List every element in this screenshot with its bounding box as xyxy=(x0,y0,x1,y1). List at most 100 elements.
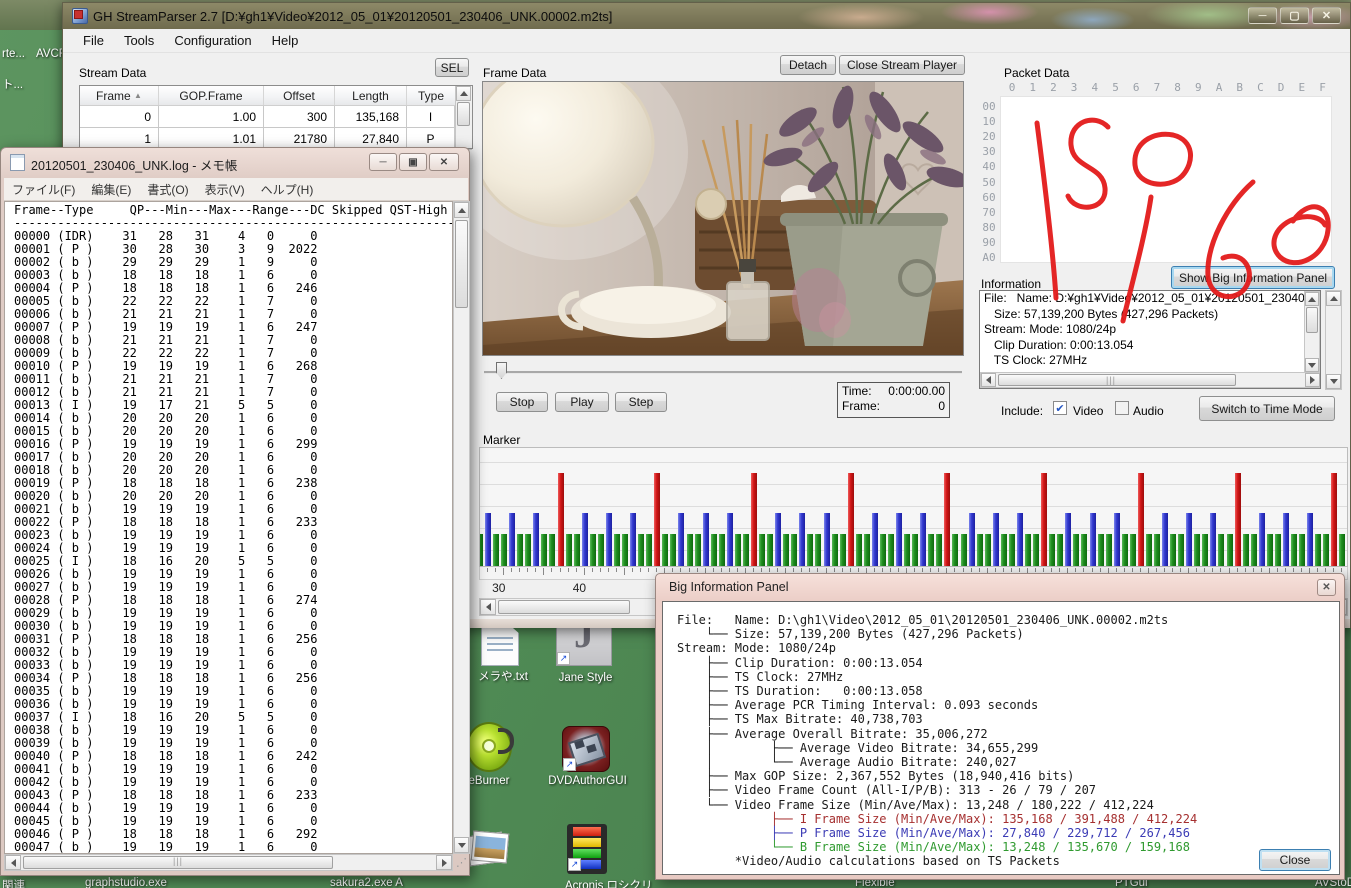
big-panel-close-button[interactable]: Close xyxy=(1259,849,1331,871)
play-button[interactable]: Play xyxy=(555,392,609,412)
notepad-menu-edit[interactable]: 編集(E) xyxy=(83,181,139,198)
dvdauthorgui-label[interactable]: DVDAuthorGUI xyxy=(540,775,635,787)
stream-table-vscrollbar[interactable] xyxy=(455,86,472,148)
notepad-hscrollbar[interactable]: ||| xyxy=(4,854,453,871)
seek-slider-track[interactable] xyxy=(484,371,962,374)
frame-bar-P xyxy=(606,513,612,566)
frame-bar-B xyxy=(501,534,507,566)
desktop-label-sakura[interactable]: sakura2.exe A xyxy=(330,877,403,888)
big-panel-line: │ └── Average Audio Bitrate: 240,027 xyxy=(677,755,1339,769)
notepad-menu-view[interactable]: 表示(V) xyxy=(197,181,253,198)
close-button[interactable]: ✕ xyxy=(1312,7,1341,24)
frame-bar-B xyxy=(743,534,749,566)
shortcut-arrow-icon: ↗ xyxy=(563,758,576,771)
big-panel-line: │ ├── Average Video Bitrate: 34,655,299 xyxy=(677,741,1339,755)
notepad-minimize-button[interactable]: ─ xyxy=(369,153,397,171)
notepad-close-button[interactable]: ✕ xyxy=(429,153,459,171)
desktop-label-partial-1[interactable]: rte... xyxy=(2,48,25,60)
frame-bar-B xyxy=(783,534,789,566)
desktop-label-acronis2[interactable]: Acronis ロシクリ xyxy=(565,877,653,888)
stop-button[interactable]: Stop xyxy=(496,392,548,412)
time-frame-readout: Time:0:00:00.00 Frame:0 xyxy=(837,382,950,418)
title-bar[interactable]: GH StreamParser 2.7 [D:¥gh1¥Video¥2012_0… xyxy=(63,3,1350,29)
marker-label[interactable]: Marker xyxy=(483,433,520,447)
notepad-menu-help[interactable]: ヘルプ(H) xyxy=(253,181,322,198)
frame-bar-B xyxy=(912,534,918,566)
frame-size-chart[interactable] xyxy=(479,447,1348,567)
notepad-text-area[interactable]: Frame--Type QP---Min---Max---Range---DC … xyxy=(4,201,453,854)
col-offset[interactable]: Offset xyxy=(264,86,335,105)
axis-tick xyxy=(1333,568,1334,572)
menu-help[interactable]: Help xyxy=(262,33,309,48)
col-frame[interactable]: Frame xyxy=(96,89,131,103)
col-type[interactable]: Type xyxy=(407,86,455,105)
desktop-label-graphstudio[interactable]: graphstudio.exe xyxy=(85,877,167,888)
maximize-button[interactable]: ▢ xyxy=(1280,7,1309,24)
axis-tick xyxy=(809,568,810,572)
stream-table-header[interactable]: Frame ▲ GOP.Frame Offset Length Type xyxy=(80,86,472,106)
show-big-information-panel-button[interactable]: Show Big Information Panel xyxy=(1171,266,1335,289)
axis-tick xyxy=(640,568,641,572)
shortcut-arrow-icon: ↗ xyxy=(568,858,581,871)
video-checkbox[interactable]: ✔ xyxy=(1053,401,1067,415)
frame-bar-B xyxy=(1275,534,1281,566)
packet-col-header: A xyxy=(1211,81,1227,94)
packet-row-header: 60 xyxy=(981,191,997,204)
information-line: File: Name: D:¥gh1¥Video¥2012_05_01¥2012… xyxy=(980,291,1320,307)
frame-bar-B xyxy=(574,534,580,566)
video-checkbox-label[interactable]: Video xyxy=(1073,404,1103,418)
menu-configuration[interactable]: Configuration xyxy=(164,33,261,48)
notepad-title[interactable]: 20120501_230406_UNK.log - メモ帳 xyxy=(31,155,237,174)
frame-bar-I xyxy=(944,473,950,566)
eburner-icon[interactable] xyxy=(466,722,512,772)
desktop-label-partial-3[interactable]: ト... xyxy=(2,76,23,92)
audio-checkbox[interactable] xyxy=(1115,401,1129,415)
information-vscrollbar[interactable] xyxy=(1304,291,1320,373)
notepad-menu-file[interactable]: ファイル(F) xyxy=(4,181,83,198)
stream-table-body[interactable]: 01.00300135,168I11.012178027,840P xyxy=(80,106,472,150)
txt-icon-label[interactable]: メラや.txt xyxy=(468,668,538,684)
big-panel-line: *Video/Audio calculations based on TS Pa… xyxy=(677,854,1339,868)
notepad-maximize-button[interactable]: ▣ xyxy=(399,153,427,171)
audio-checkbox-label[interactable]: Audio xyxy=(1133,404,1164,418)
minimize-button[interactable]: ─ xyxy=(1248,7,1277,24)
step-button[interactable]: Step xyxy=(615,392,667,412)
frame-bar-B xyxy=(807,534,813,566)
frame-bar-B xyxy=(590,534,596,566)
text-file-icon[interactable] xyxy=(481,624,519,666)
menu-tools[interactable]: Tools xyxy=(114,33,164,48)
close-stream-player-button[interactable]: Close Stream Player xyxy=(839,55,965,75)
col-gop-frame[interactable]: GOP.Frame xyxy=(159,86,264,105)
information-label: Information xyxy=(981,277,1041,291)
menu-file[interactable]: File xyxy=(73,33,114,48)
frame-bar-P xyxy=(1017,513,1023,566)
frame-bar-I xyxy=(558,473,564,566)
information-hscrollbar[interactable]: ||| xyxy=(980,372,1321,388)
jane-style-label[interactable]: Jane Style xyxy=(548,672,623,684)
seek-slider-thumb[interactable] xyxy=(496,362,507,379)
sel-button[interactable]: SEL xyxy=(435,58,469,77)
switch-to-time-mode-button[interactable]: Switch to Time Mode xyxy=(1199,396,1335,421)
ptgui-icon[interactable] xyxy=(466,828,510,875)
notepad-resize-grip[interactable]: ⋰ xyxy=(456,856,468,869)
frame-bar-B xyxy=(791,534,797,566)
col-length[interactable]: Length xyxy=(335,86,407,105)
video-preview[interactable] xyxy=(482,81,964,356)
packet-hex-canvas[interactable] xyxy=(1000,96,1332,263)
stream-data-table[interactable]: Frame ▲ GOP.Frame Offset Length Type 01.… xyxy=(79,85,473,149)
detach-button[interactable]: Detach xyxy=(780,55,836,75)
information-textbox[interactable]: File: Name: D:¥gh1¥Video¥2012_05_01¥2012… xyxy=(979,290,1321,389)
axis-tick xyxy=(737,568,738,572)
frame-bar-B xyxy=(832,534,838,566)
right-edge-vscrollbar[interactable] xyxy=(1325,290,1342,390)
notepad-vscrollbar[interactable] xyxy=(453,201,470,854)
big-panel-close-icon[interactable]: ✕ xyxy=(1317,579,1336,596)
table-row[interactable]: 01.00300135,168I xyxy=(80,106,472,128)
desktop-label-kanren[interactable]: 関連 xyxy=(2,877,25,888)
notepad-menu-format[interactable]: 書式(O) xyxy=(139,181,196,198)
frame-bar-B xyxy=(1202,534,1208,566)
big-panel-line: ├── Clip Duration: 0:00:13.054 xyxy=(677,656,1339,670)
big-panel-title[interactable]: Big Information Panel xyxy=(669,580,789,594)
axis-tick xyxy=(713,568,714,572)
frame-bar-B xyxy=(1339,534,1345,566)
